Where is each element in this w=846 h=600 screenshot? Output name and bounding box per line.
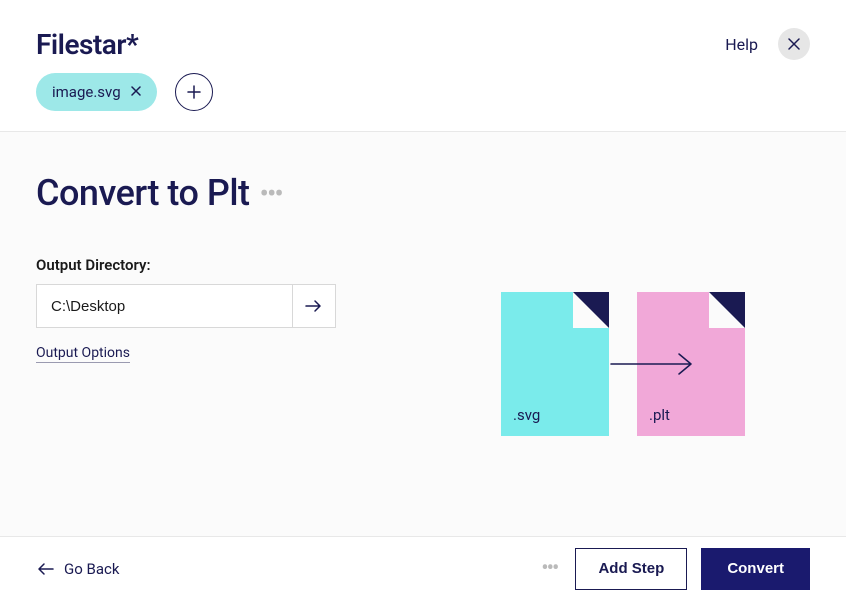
output-directory-label: Output Directory: [36, 256, 376, 274]
file-chip[interactable]: image.svg [36, 73, 157, 111]
add-step-button[interactable]: Add Step [575, 548, 687, 590]
source-file-card: .svg [501, 292, 609, 436]
footer-more-button[interactable]: ••• [541, 556, 557, 581]
plus-icon [187, 85, 201, 99]
file-fold-icon [573, 292, 609, 328]
target-file-ext: .plt [649, 406, 670, 424]
remove-file-button[interactable] [131, 84, 141, 100]
close-button[interactable] [778, 28, 810, 60]
close-icon [788, 38, 800, 50]
go-back-label: Go Back [64, 560, 119, 578]
source-file-ext: .svg [513, 406, 540, 424]
title-more-icon[interactable]: ••• [260, 177, 282, 210]
app-name: Filestar [36, 28, 126, 61]
go-back-button[interactable]: Go Back [36, 560, 119, 578]
app-star: * [126, 28, 138, 61]
convert-button[interactable]: Convert [701, 548, 810, 590]
file-chip-label: image.svg [52, 83, 121, 101]
arrow-right-icon [609, 352, 699, 376]
arrow-right-icon [305, 299, 323, 313]
page-title: Convert to Plt [36, 172, 250, 214]
app-logo: Filestar* [36, 28, 138, 61]
file-fold-icon [709, 292, 745, 328]
close-icon [131, 86, 141, 96]
output-options-link[interactable]: Output Options [36, 345, 130, 363]
conversion-illustration: .svg .plt [436, 172, 810, 536]
add-file-button[interactable] [175, 73, 213, 111]
arrow-left-icon [36, 562, 54, 576]
browse-directory-button[interactable] [292, 284, 336, 328]
output-directory-input[interactable] [36, 284, 292, 328]
help-link[interactable]: Help [725, 35, 758, 54]
